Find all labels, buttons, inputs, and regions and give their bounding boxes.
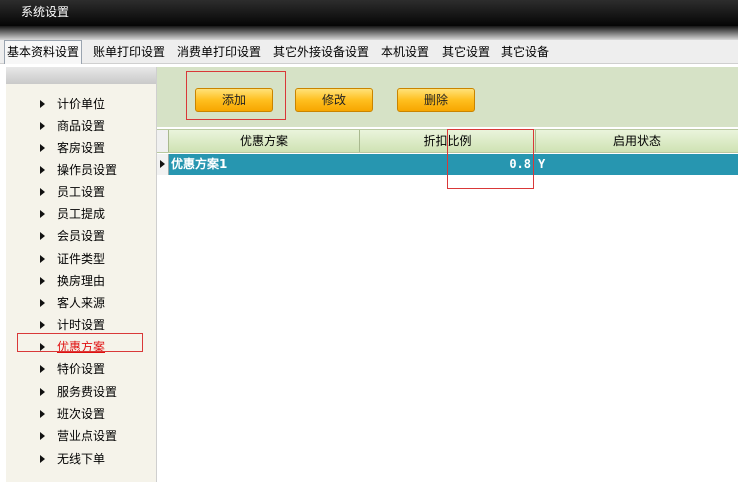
sidebar-item-id-types[interactable]: 证件类型 <box>6 249 156 269</box>
chevron-right-icon <box>40 232 45 240</box>
chevron-right-icon <box>40 455 45 463</box>
sidebar-item-commission[interactable]: 员工提成 <box>6 204 156 224</box>
sidebar-item-members[interactable]: 会员设置 <box>6 226 156 246</box>
sidebar-item-room-change-reasons[interactable]: 换房理由 <box>6 271 156 291</box>
sidebar: 计价单位 商品设置 客房设置 操作员设置 员工设置 员工提成 会员设置 证件类型… <box>6 67 157 482</box>
chevron-right-icon <box>40 365 45 373</box>
row-indicator <box>157 154 169 175</box>
sidebar-item-label: 证件类型 <box>57 252 106 266</box>
sidebar-item-label: 操作员设置 <box>57 163 118 177</box>
sidebar-item-rooms[interactable]: 客房设置 <box>6 138 156 158</box>
cell-enabled[interactable]: Y <box>538 154 736 175</box>
chevron-right-icon <box>40 277 45 285</box>
chevron-right-icon <box>40 166 45 174</box>
sidebar-item-label: 特价设置 <box>57 362 106 376</box>
tab-local-settings[interactable]: 本机设置 <box>379 42 431 62</box>
column-header-plan[interactable]: 优惠方案 <box>169 130 360 152</box>
sidebar-item-unit[interactable]: 计价单位 <box>6 94 156 114</box>
add-button[interactable]: 添加 <box>195 88 273 112</box>
chevron-right-icon <box>40 210 45 218</box>
sidebar-item-shifts[interactable]: 班次设置 <box>6 404 156 424</box>
table-row[interactable]: 优惠方案1 0.8 Y <box>157 154 738 175</box>
column-header-enabled[interactable]: 启用状态 <box>536 130 738 152</box>
chevron-right-icon <box>40 388 45 396</box>
sidebar-item-timing[interactable]: 计时设置 <box>6 315 156 335</box>
tab-strip: 基本资料设置 账单打印设置 消费单打印设置 其它外接设备设置 本机设置 其它设置… <box>0 40 738 64</box>
action-toolbar: 添加 修改 删除 <box>157 67 738 127</box>
chevron-right-icon <box>40 321 45 329</box>
chevron-right-icon <box>40 100 45 108</box>
sidebar-item-label: 商品设置 <box>57 119 106 133</box>
cell-discount[interactable]: 0.8 <box>360 154 535 175</box>
sidebar-item-guest-source[interactable]: 客人来源 <box>6 293 156 313</box>
column-header-discount[interactable]: 折扣比例 <box>360 130 536 152</box>
sidebar-item-label: 班次设置 <box>57 407 106 421</box>
sidebar-item-wireless-order[interactable]: 无线下单 <box>6 449 156 469</box>
chevron-right-icon <box>40 255 45 263</box>
title-gradient-band <box>0 26 738 40</box>
row-selector-header <box>157 130 169 152</box>
sidebar-item-label: 服务费设置 <box>57 385 118 399</box>
sidebar-item-label: 会员设置 <box>57 229 106 243</box>
sidebar-item-discount-plans[interactable]: 优惠方案 <box>6 337 156 357</box>
sidebar-item-label: 客人来源 <box>57 296 106 310</box>
sidebar-item-operators[interactable]: 操作员设置 <box>6 160 156 180</box>
cell-plan-name[interactable]: 优惠方案1 <box>171 154 359 175</box>
sidebar-item-label: 营业点设置 <box>57 429 118 443</box>
sidebar-item-special-price[interactable]: 特价设置 <box>6 359 156 379</box>
tab-other-settings[interactable]: 其它设置 <box>440 42 492 62</box>
sidebar-item-label: 员工设置 <box>57 185 106 199</box>
grid-header: 优惠方案 折扣比例 启用状态 <box>157 129 738 153</box>
tab-basic-settings[interactable]: 基本资料设置 <box>4 40 83 64</box>
chevron-right-icon <box>40 343 45 351</box>
sidebar-item-label: 员工提成 <box>57 207 106 221</box>
tab-external-device-settings[interactable]: 其它外接设备设置 <box>271 42 371 62</box>
window-titlebar: 系统设置 <box>0 0 738 26</box>
sidebar-item-goods[interactable]: 商品设置 <box>6 116 156 136</box>
sidebar-item-service-fee[interactable]: 服务费设置 <box>6 382 156 402</box>
sidebar-item-label: 优惠方案 <box>57 340 106 354</box>
chevron-right-icon <box>40 432 45 440</box>
sidebar-item-label: 计价单位 <box>57 97 106 111</box>
delete-button[interactable]: 删除 <box>397 88 475 112</box>
sidebar-header <box>6 67 156 84</box>
tab-bill-print-settings[interactable]: 账单打印设置 <box>91 42 167 62</box>
sidebar-item-label: 无线下单 <box>57 452 106 466</box>
chevron-right-icon <box>40 122 45 130</box>
chevron-right-icon <box>40 188 45 196</box>
tab-consumption-print-settings[interactable]: 消费单打印设置 <box>175 42 263 62</box>
edit-button[interactable]: 修改 <box>295 88 373 112</box>
sidebar-item-label: 换房理由 <box>57 274 106 288</box>
current-row-arrow-icon <box>160 160 165 168</box>
chevron-right-icon <box>40 299 45 307</box>
sidebar-item-employees[interactable]: 员工设置 <box>6 182 156 202</box>
sidebar-item-label: 计时设置 <box>57 318 106 332</box>
window-title: 系统设置 <box>21 5 70 19</box>
sidebar-item-outlets[interactable]: 营业点设置 <box>6 426 156 446</box>
sidebar-item-label: 客房设置 <box>57 141 106 155</box>
chevron-right-icon <box>40 410 45 418</box>
tab-other-devices[interactable]: 其它设备 <box>499 42 551 62</box>
chevron-right-icon <box>40 144 45 152</box>
